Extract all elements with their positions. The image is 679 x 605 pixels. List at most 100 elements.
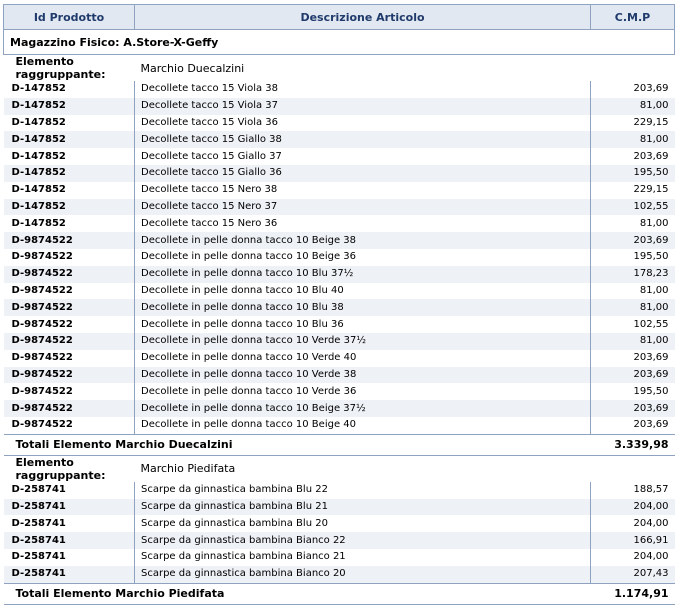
product-id: D-147852 (3, 215, 135, 233)
table-row[interactable]: D-258741 Scarpe da ginnastica bambina Bia… (3, 548, 675, 566)
product-description: Decollete tacco 15 Giallo 36 (134, 164, 591, 182)
product-description: Decollete in pelle donna tacco 10 Beige … (134, 416, 591, 435)
product-id: D-9874522 (3, 383, 135, 401)
group-name: Marchio Piedifata (140, 462, 236, 476)
product-cmp: 195,50 (633, 385, 669, 397)
table-row[interactable]: D-147852 Decollete tacco 15 Viola 38 203,6… (3, 81, 675, 98)
table-row[interactable]: D-9874522 Decollete in pelle donna tacco … (3, 349, 675, 367)
product-description: Decollete in pelle donna tacco 10 Verde … (134, 349, 591, 367)
report-table: Id Prodotto Descrizione Articolo C.M.P M… (3, 4, 675, 605)
product-id: D-9874522 (3, 332, 135, 350)
table-row[interactable]: D-9874522 Decollete in pelle donna tacco … (3, 400, 675, 417)
group-total-label: Totali Elemento Marchio Piedifata (3, 582, 591, 605)
table-row[interactable]: D-9874522 Decollete in pelle donna tacco … (3, 282, 675, 300)
group-total-row: Totali Elemento Marchio Duecalzini 3.339,… (3, 433, 675, 456)
product-id: D-9874522 (3, 265, 135, 283)
table-row[interactable]: D-147852 Decollete tacco 15 Nero 37 102,55 (3, 198, 675, 216)
product-description: Decollete tacco 15 Viola 38 (134, 81, 591, 98)
product-id: D-147852 (3, 164, 135, 182)
product-cmp: 166,91 (590, 532, 675, 549)
product-description: Decollete in pelle donna tacco 10 Blu 38 (134, 299, 591, 317)
product-cmp: 203,69 (590, 232, 675, 249)
product-id: D-147852 (3, 97, 135, 115)
product-cmp: 81,00 (590, 299, 675, 317)
product-id: D-9874522 (3, 366, 135, 384)
warehouse-label: Magazzino Fisico: A.Store-X-Geffy (3, 29, 675, 55)
table-row[interactable]: D-9874522 Decollete in pelle donna tacco … (3, 299, 675, 317)
table-row[interactable]: D-258741 Scarpe da ginnastica bambina Blu… (3, 481, 675, 499)
product-description: Scarpe da ginnastica bambina Bianco 22 (134, 532, 591, 549)
product-description: Decollete tacco 15 Giallo 37 (134, 148, 591, 165)
table-row[interactable]: D-258741 Scarpe da ginnastica bambina Bia… (3, 532, 675, 549)
table-row[interactable]: D-258741 Scarpe da ginnastica bambina Bia… (3, 565, 675, 584)
product-id: D-9874522 (3, 316, 135, 333)
group-label: Elemento raggruppante: (15, 455, 106, 482)
group-total-row: Totali Elemento Marchio Piedifata 1.174,9… (3, 582, 675, 605)
group-header: Elemento raggruppante: Marchio Duecalzini (4, 55, 675, 81)
product-id: D-147852 (3, 114, 135, 132)
product-description: Decollete in pelle donna tacco 10 Beige … (134, 248, 591, 266)
product-description: Scarpe da ginnastica bambina Blu 20 (134, 515, 591, 533)
header-description[interactable]: Descrizione Articolo (134, 4, 591, 30)
product-cmp: 229,15 (633, 184, 669, 196)
product-cmp: 188,57 (633, 484, 669, 496)
group-header: Elemento raggruppante: Marchio Piedifata (4, 455, 675, 482)
table-row[interactable]: D-147852 Decollete tacco 15 Giallo 38 81,0… (3, 131, 675, 149)
product-cmp: 207,43 (590, 565, 675, 584)
product-cmp: 195,50 (633, 251, 669, 263)
report: Id Prodotto Descrizione Articolo C.M.P M… (3, 4, 675, 605)
table-row[interactable]: D-9874522 Decollete in pelle donna tacco … (3, 248, 675, 266)
table-row[interactable]: D-9874522 Decollete in pelle donna tacco … (3, 232, 675, 249)
product-description: Scarpe da ginnastica bambina Bianco 21 (134, 548, 591, 566)
header-cmp[interactable]: C.M.P (590, 4, 675, 30)
product-cmp: 81,00 (590, 332, 675, 350)
product-id: D-258741 (3, 498, 135, 516)
table-row[interactable]: D-9874522 Decollete in pelle donna tacco … (3, 416, 675, 435)
table-row[interactable]: D-147852 Decollete tacco 15 Nero 36 81,00 (3, 215, 675, 233)
product-id: D-147852 (3, 148, 135, 165)
group-total-value: 1.174,91 (590, 582, 675, 605)
product-cmp: 81,00 (590, 97, 675, 115)
product-description: Decollete in pelle donna tacco 10 Blu 40 (134, 282, 591, 300)
table-row[interactable]: D-147852 Decollete tacco 15 Giallo 36 195,… (3, 164, 675, 182)
table-row[interactable]: D-9874522 Decollete in pelle donna tacco … (3, 332, 675, 350)
table-row[interactable]: D-9874522 Decollete in pelle donna tacco … (3, 316, 675, 333)
product-id: D-9874522 (3, 349, 135, 367)
table-row[interactable]: D-258741 Scarpe da ginnastica bambina Blu… (3, 515, 675, 533)
product-description: Decollete tacco 15 Viola 37 (134, 97, 591, 115)
product-cmp: 102,55 (590, 198, 675, 216)
product-cmp: 81,00 (639, 217, 669, 229)
product-id: D-9874522 (3, 416, 135, 435)
product-cmp: 203,69 (590, 400, 675, 417)
table-row[interactable]: D-147852 Decollete tacco 15 Viola 36 229,1… (3, 114, 675, 132)
table-row[interactable]: D-147852 Decollete tacco 15 Nero 38 229,15 (3, 181, 675, 199)
table-row[interactable]: D-147852 Decollete tacco 15 Viola 37 81,00 (3, 97, 675, 115)
product-cmp: 204,00 (633, 551, 669, 563)
product-description: Decollete tacco 15 Nero 38 (134, 181, 591, 199)
product-id: D-9874522 (3, 248, 135, 266)
product-cmp: 203,69 (633, 352, 669, 364)
product-id: D-258741 (3, 565, 135, 584)
product-description: Decollete in pelle donna tacco 10 Verde … (134, 332, 591, 350)
product-description: Scarpe da ginnastica bambina Bianco 20 (134, 565, 591, 584)
product-description: Scarpe da ginnastica bambina Blu 22 (134, 481, 591, 499)
product-description: Decollete tacco 15 Giallo 38 (134, 131, 591, 149)
table-row[interactable]: D-147852 Decollete tacco 15 Giallo 37 203,… (3, 148, 675, 165)
product-id: D-9874522 (3, 232, 135, 249)
header-id[interactable]: Id Prodotto (3, 4, 135, 30)
table-row[interactable]: D-9874522 Decollete in pelle donna tacco … (3, 383, 675, 401)
product-description: Decollete in pelle donna tacco 10 Beige … (134, 400, 591, 417)
group-total-label: Totali Elemento Marchio Duecalzini (3, 433, 591, 456)
table-row[interactable]: D-258741 Scarpe da ginnastica bambina Blu… (3, 498, 675, 516)
product-id: D-258741 (3, 548, 135, 566)
product-description: Decollete tacco 15 Viola 36 (134, 114, 591, 132)
product-description: Decollete in pelle donna tacco 10 Blu 36 (134, 316, 591, 333)
product-description: Decollete in pelle donna tacco 10 Blu 37… (134, 265, 591, 283)
table-row[interactable]: D-9874522 Decollete in pelle donna tacco … (3, 265, 675, 283)
table-row[interactable]: D-9874522 Decollete in pelle donna tacco … (3, 366, 675, 384)
product-cmp: 195,50 (590, 164, 675, 182)
product-cmp: 102,55 (633, 318, 669, 330)
product-description: Decollete tacco 15 Nero 36 (134, 215, 591, 233)
product-cmp: 204,00 (590, 498, 675, 516)
product-cmp: 229,15 (633, 116, 669, 128)
